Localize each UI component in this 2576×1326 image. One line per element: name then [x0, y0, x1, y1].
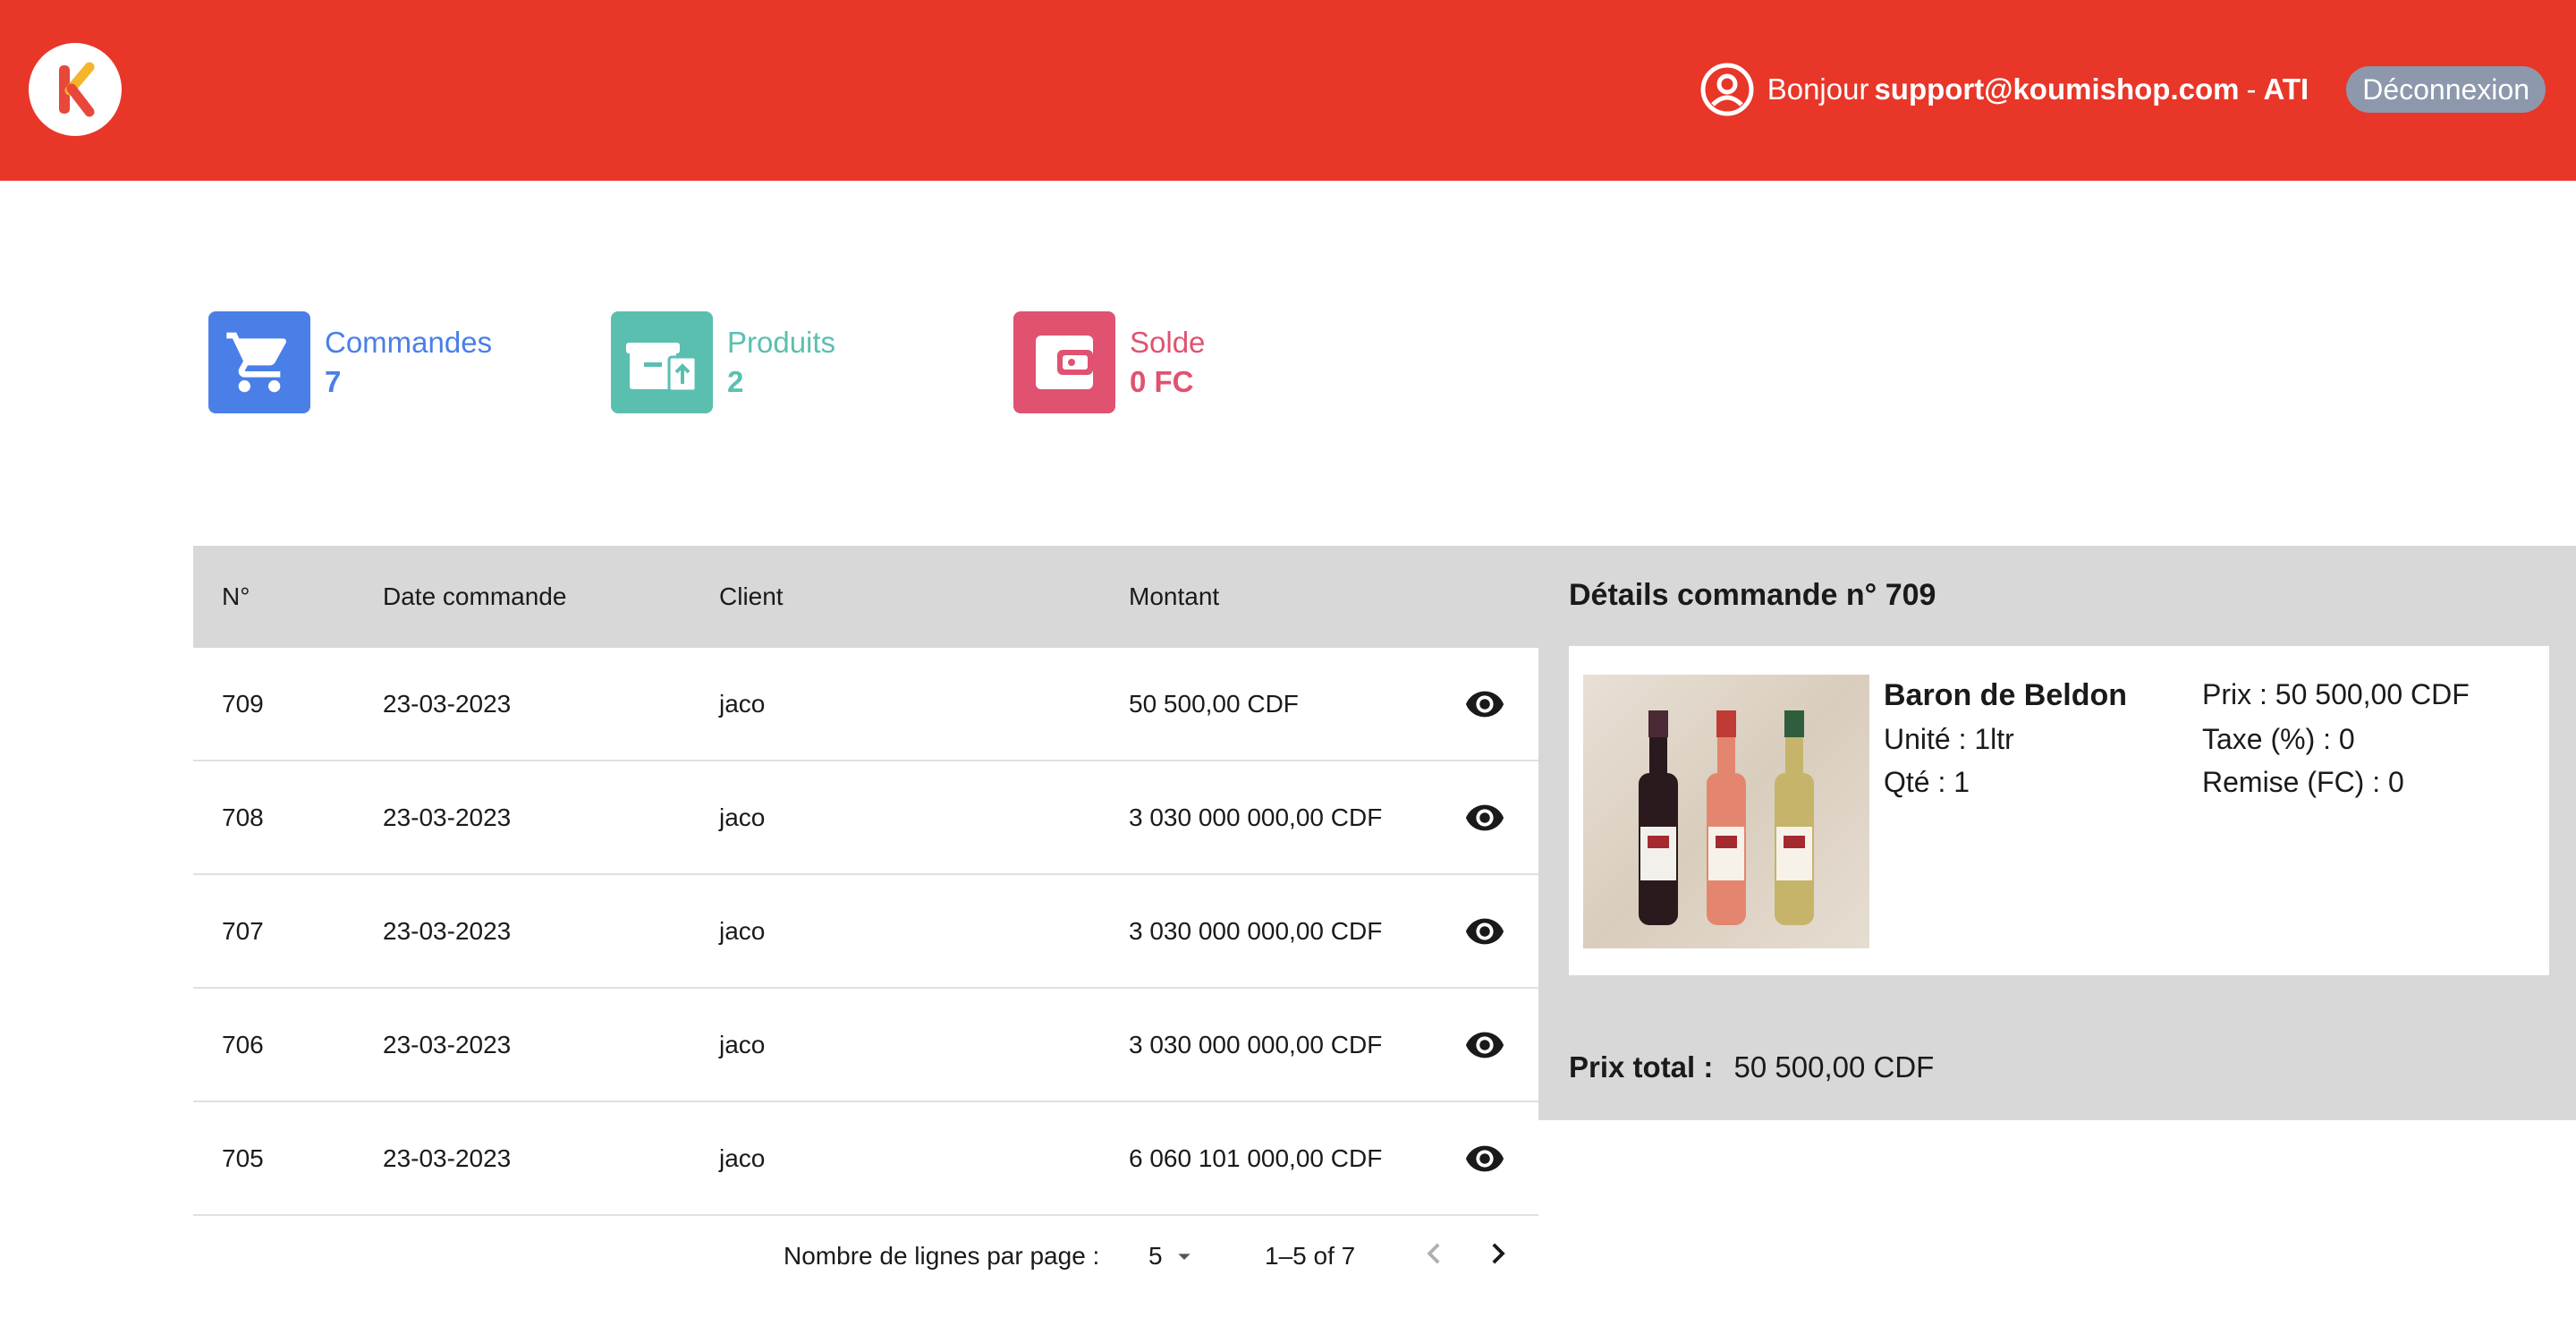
order-date: 23-03-2023 [383, 1143, 512, 1172]
column-header[interactable]: Date commande [383, 582, 566, 611]
order-amount: 6 060 101 000,00 CDF [1129, 1143, 1383, 1172]
user-role: ATI [2263, 72, 2309, 106]
rows-per-page-select[interactable]: 5 [1148, 1242, 1199, 1271]
product-quantity: Qté : 1 [1884, 766, 1970, 798]
separator: - [2246, 72, 2257, 106]
eye-icon[interactable] [1463, 1137, 1506, 1180]
stat-balance: Solde 0 FC [1013, 311, 1205, 413]
eye-icon[interactable] [1463, 1024, 1506, 1067]
page-range: 1–5 of 7 [1265, 1242, 1356, 1270]
order-client: jaco [719, 1143, 766, 1172]
eye-icon[interactable] [1463, 796, 1506, 839]
logo-k-icon [59, 62, 95, 117]
stat-label: Solde [1130, 326, 1206, 359]
order-amount: 50 500,00 CDF [1129, 689, 1299, 718]
details-title: Détails commande n° 709 [1569, 578, 1936, 612]
rows-per-page-label: Nombre de lignes par page : [784, 1242, 1100, 1270]
order-date: 23-03-2023 [383, 689, 512, 718]
caret-down-icon [1177, 1254, 1191, 1260]
rows-per-page-value: 5 [1148, 1242, 1163, 1270]
chevron-right-icon [1492, 1243, 1505, 1264]
table-row[interactable]: 707 23-03-2023 jaco 3 030 000 000,00 CDF [193, 875, 1538, 989]
cart-icon [208, 311, 310, 413]
product-unit: Unité : 1ltr [1884, 723, 2014, 755]
product-name: Baron de Beldon [1884, 678, 2128, 712]
user-email: support@koumishop.com [1874, 72, 2240, 106]
table-row[interactable]: 706 23-03-2023 jaco 3 030 000 000,00 CDF [193, 989, 1538, 1102]
order-date: 23-03-2023 [383, 1030, 512, 1058]
column-header[interactable]: N° [222, 582, 250, 611]
table-row[interactable]: 708 23-03-2023 jaco 3 030 000 000,00 CDF [193, 761, 1538, 875]
stat-value: 2 [727, 365, 744, 398]
order-number: 705 [222, 1143, 264, 1172]
product-tax: Taxe (%) : 0 [2202, 723, 2355, 755]
product-image [1583, 675, 1869, 948]
order-date: 23-03-2023 [383, 916, 512, 945]
eye-icon[interactable] [1463, 683, 1506, 726]
stat-label: Produits [727, 326, 836, 359]
column-header[interactable]: Client [719, 582, 784, 611]
order-date: 23-03-2023 [383, 803, 512, 831]
table-header: N° Date commande Client Montant [193, 546, 1538, 648]
order-amount: 3 030 000 000,00 CDF [1129, 803, 1383, 831]
stat-label: Commandes [325, 326, 493, 359]
total-value: 50 500,00 CDF [1733, 1050, 1935, 1084]
user-circle-icon [1699, 62, 1755, 117]
stat-products: Produits 2 [611, 311, 835, 413]
order-amount: 3 030 000 000,00 CDF [1129, 916, 1383, 945]
product-box-icon [611, 311, 713, 413]
previous-page-button[interactable] [1413, 1233, 1454, 1280]
stat-orders: Commandes 7 [208, 311, 492, 413]
order-amount: 3 030 000 000,00 CDF [1129, 1030, 1383, 1058]
product-discount: Remise (FC) : 0 [2202, 766, 2404, 798]
stat-value: 0 FC [1130, 365, 1194, 398]
order-number: 707 [222, 916, 264, 945]
greeting-text: Bonjour [1767, 72, 1869, 106]
order-number: 708 [222, 803, 264, 831]
order-number: 709 [222, 689, 264, 718]
order-client: jaco [719, 803, 766, 831]
chevron-left-icon [1427, 1243, 1440, 1264]
order-details-panel: Détails commande n° 709 Baron de Beldon … [1538, 546, 2576, 1120]
wallet-icon [1013, 311, 1115, 413]
table-row[interactable]: 709 23-03-2023 jaco 50 500,00 CDF [193, 648, 1538, 761]
stat-value: 7 [325, 365, 342, 398]
next-page-button[interactable] [1478, 1233, 1519, 1280]
eye-icon[interactable] [1463, 910, 1506, 953]
order-client: jaco [719, 1030, 766, 1058]
pagination: Nombre de lignes par page : 5 1–5 of 7 [193, 1213, 1538, 1303]
order-number: 706 [222, 1030, 264, 1058]
product-card: Baron de Beldon Unité : 1ltr Qté : 1 Pri… [1569, 646, 2549, 975]
column-header[interactable]: Montant [1129, 582, 1219, 611]
logout-button[interactable]: Déconnexion [2346, 66, 2546, 113]
table-row[interactable]: 705 23-03-2023 jaco 6 060 101 000,00 CDF [193, 1102, 1538, 1216]
user-area: Bonjour support@koumishop.com - ATI Déco… [1699, 62, 2546, 117]
total-price: Prix total : 50 500,00 CDF [1569, 1050, 1934, 1084]
orders-table: N° Date commande Client Montant 709 23-0… [193, 546, 1538, 1216]
total-label: Prix total : [1569, 1050, 1714, 1084]
koumishop-logo[interactable] [29, 43, 122, 136]
top-bar: Bonjour support@koumishop.com - ATI Déco… [0, 0, 2576, 181]
order-client: jaco [719, 689, 766, 718]
order-client: jaco [719, 916, 766, 945]
product-price: Prix : 50 500,00 CDF [2202, 678, 2470, 710]
